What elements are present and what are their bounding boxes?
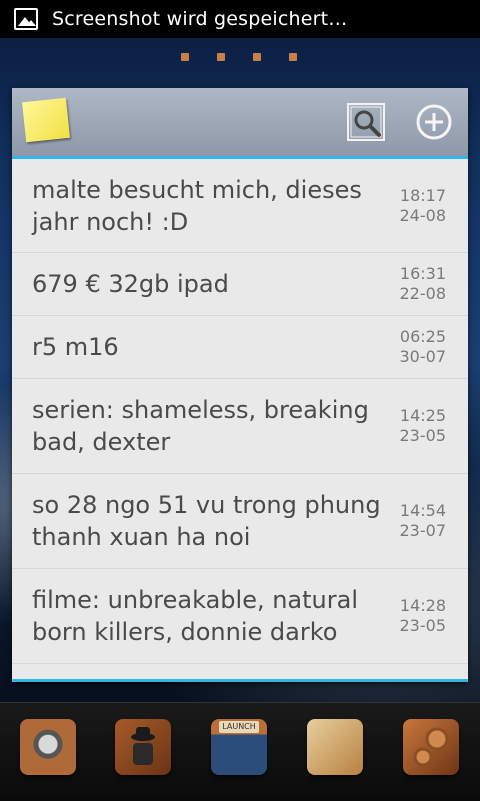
note-time: 06:25 [399, 327, 446, 346]
page-dot [253, 53, 261, 61]
search-button[interactable] [344, 100, 388, 144]
list-item[interactable]: r5 m16 06:25 30-07 [12, 316, 468, 379]
widget-bottom-accent [12, 679, 468, 682]
add-icon [416, 104, 452, 140]
note-text: serien: shameless, breaking bad, dexter [32, 396, 369, 456]
note-timestamp: 14:54 23-07 [386, 501, 447, 541]
note-list[interactable]: malte besucht mich, dieses jahr noch! :D… [12, 159, 468, 679]
note-text: so 28 ngo 51 vu trong phung thanh xuan h… [32, 491, 381, 551]
page-indicator [181, 53, 297, 61]
phone-app-icon[interactable] [20, 719, 76, 775]
note-date: 24-08 [399, 205, 447, 225]
note-text: 679 € 32gb ipad [32, 270, 229, 298]
notes-app-icon[interactable] [307, 719, 363, 775]
add-note-button[interactable] [412, 100, 456, 144]
note-timestamp: 06:25 30-07 [386, 327, 447, 367]
note-time: 14:54 [399, 501, 446, 520]
widget-header [12, 88, 468, 159]
note-time: 14:28 [399, 596, 446, 615]
note-text: r5 m16 [32, 333, 119, 361]
note-timestamp: 18:17 24-08 [386, 185, 447, 226]
note-date: 23-05 [399, 616, 447, 635]
note-text: malte besucht mich, dieses jahr noch! :D [32, 175, 362, 236]
list-item[interactable]: so 28 ngo 51 vu trong phung thanh xuan h… [12, 474, 468, 569]
list-item[interactable]: 679 € 32gb ipad 16:31 22-08 [12, 253, 468, 316]
note-time: 14:25 [399, 406, 446, 425]
gear-icon [413, 727, 449, 767]
contacts-app-icon[interactable] [115, 719, 171, 775]
note-time: 16:31 [399, 264, 446, 283]
image-icon [14, 8, 38, 30]
list-item[interactable]: malte besucht mich, dieses jahr noch! :D… [12, 159, 468, 253]
note-time: 18:17 [399, 185, 446, 205]
note-date: 30-07 [399, 347, 447, 366]
sticky-note-icon[interactable] [22, 97, 70, 143]
list-item[interactable]: filme: unbreakable, natural born killers… [12, 569, 468, 664]
status-notification-text: Screenshot wird gespeichert… [52, 8, 348, 30]
contacts-figure-icon [131, 727, 155, 765]
page-dot [289, 53, 297, 61]
launcher-label: LAUNCH [219, 721, 259, 733]
page-dot [217, 53, 225, 61]
list-item[interactable]: serien: shameless, breaking bad, dexter … [12, 379, 468, 474]
note-timestamp: 14:25 23-05 [386, 406, 447, 446]
search-icon [347, 103, 385, 141]
note-date: 22-08 [399, 284, 447, 303]
status-bar[interactable]: Screenshot wird gespeichert… [0, 0, 480, 38]
note-timestamp: 14:28 23-05 [386, 596, 447, 636]
note-text: filme: unbreakable, natural born killers… [32, 586, 359, 646]
dock: LAUNCH [0, 702, 480, 801]
note-date: 23-05 [399, 426, 447, 445]
settings-app-icon[interactable] [403, 719, 459, 775]
notes-widget: malte besucht mich, dieses jahr noch! :D… [12, 88, 468, 682]
page-dot [181, 53, 189, 61]
note-date: 23-07 [399, 521, 447, 540]
note-timestamp: 16:31 22-08 [386, 264, 447, 304]
launcher-app-icon[interactable]: LAUNCH [211, 719, 267, 775]
